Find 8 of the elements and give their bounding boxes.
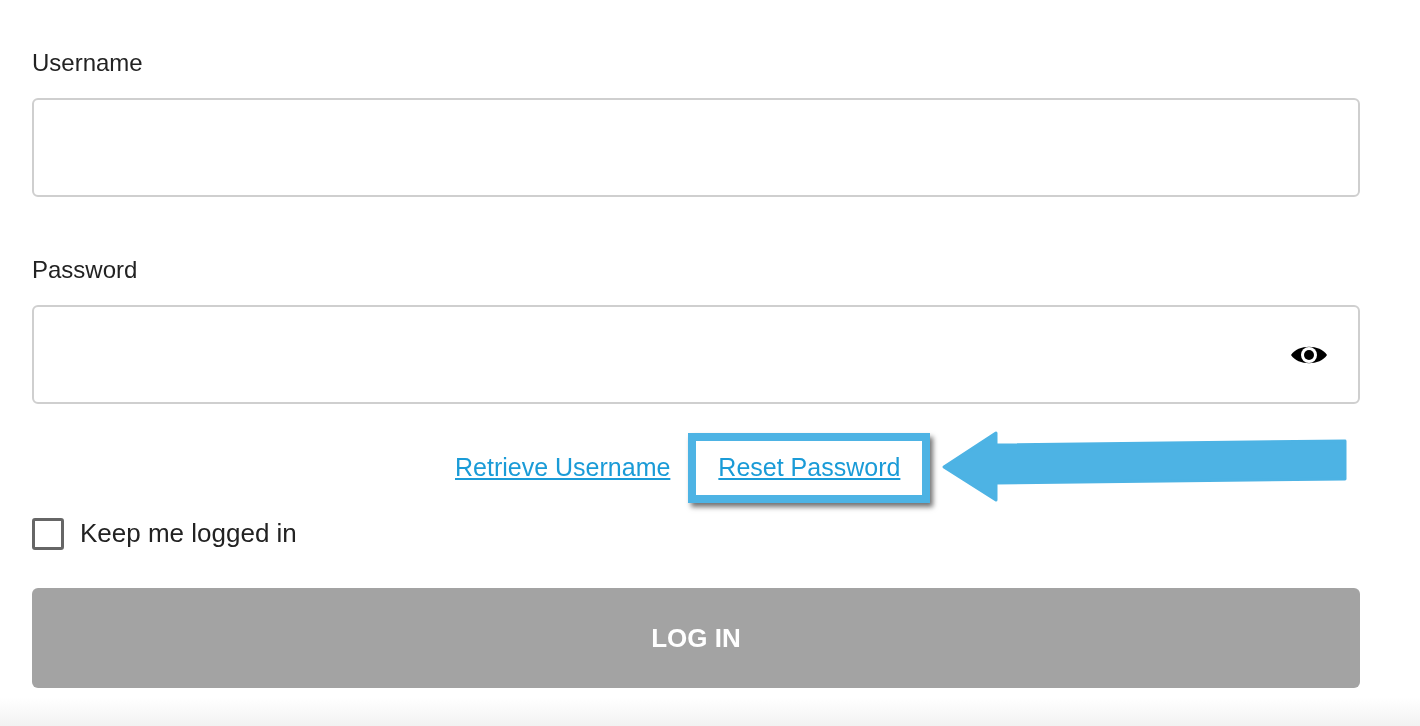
link[interactable]: Reset Password xyxy=(718,453,901,482)
link[interactable]: Retrieve Username xyxy=(455,453,671,482)
password-field[interactable] xyxy=(32,305,1360,404)
field-label: Password xyxy=(32,255,138,285)
username-field[interactable] xyxy=(32,98,1360,197)
checkbox[interactable] xyxy=(32,517,64,550)
checkbox-label: Keep me logged in xyxy=(80,517,297,550)
field-label: Username xyxy=(32,48,143,78)
